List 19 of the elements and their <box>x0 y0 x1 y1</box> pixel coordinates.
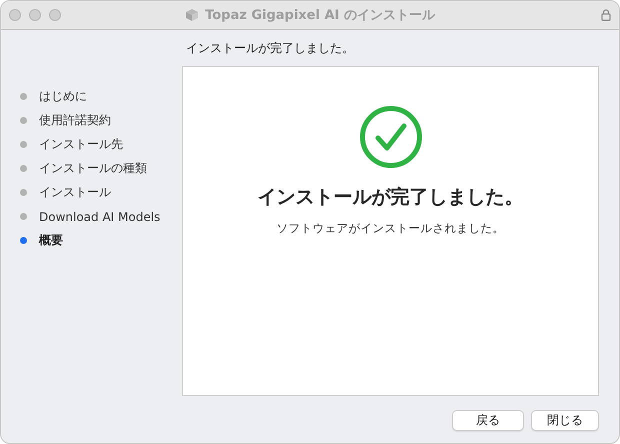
step-label: 使用許諾契約 <box>39 112 111 129</box>
checkmark-icon <box>358 105 422 169</box>
page-heading: インストールが完了しました。 <box>185 40 355 56</box>
window-title: Topaz Gigapixel AI のインストール <box>205 7 435 24</box>
lock-icon <box>601 9 611 21</box>
step-label: インストール先 <box>39 136 123 153</box>
step-label: インストールの種類 <box>39 160 147 177</box>
close-button[interactable] <box>9 9 21 21</box>
close-button[interactable]: 閉じる <box>531 410 599 431</box>
step-label: はじめに <box>39 88 87 105</box>
step-label: Download AI Models <box>39 210 160 224</box>
completion-message: ソフトウェアがインストールされました。 <box>276 221 504 236</box>
back-button[interactable]: 戻る <box>452 410 524 431</box>
completion-title: インストールが完了しました。 <box>258 185 524 210</box>
step-label: インストール <box>39 184 111 201</box>
package-icon <box>185 8 200 22</box>
zoom-button[interactable] <box>49 9 61 21</box>
minimize-button[interactable] <box>29 9 41 21</box>
step-label: 概要 <box>39 232 63 249</box>
